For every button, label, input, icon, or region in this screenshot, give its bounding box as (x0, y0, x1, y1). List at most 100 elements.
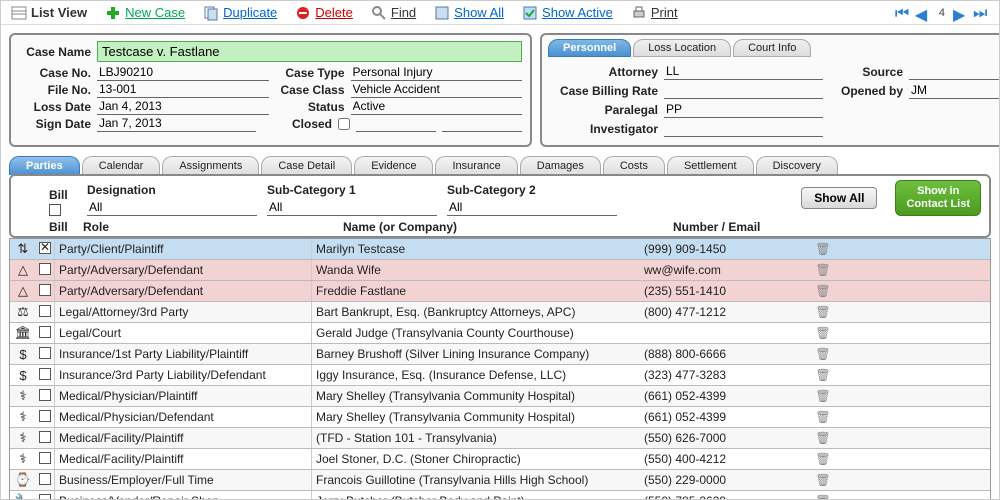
closed-date-input[interactable] (356, 115, 436, 132)
trash-icon[interactable]: 🗑 (812, 263, 834, 277)
sign-date-input[interactable] (97, 115, 256, 132)
tab-personnel[interactable]: Personnel (548, 39, 631, 57)
table-row[interactable]: ⚕Medical/Physician/DefendantMary Shelley… (10, 407, 990, 428)
tab-loss-location[interactable]: Loss Location (633, 39, 731, 57)
row-role: Legal/Court (54, 323, 312, 343)
opened-by-input[interactable] (909, 82, 1000, 99)
loss-date-label: Loss Date (19, 100, 91, 114)
table-row[interactable]: ⚕Medical/Facility/PlaintiffJoel Stoner, … (10, 449, 990, 470)
row-bill-checkbox[interactable] (36, 410, 54, 425)
tab-calendar[interactable]: Calendar (82, 156, 161, 175)
table-row[interactable]: ⚕Medical/Physician/PlaintiffMary Shelley… (10, 386, 990, 407)
row-contact: ww@wife.com (640, 263, 812, 277)
source-input[interactable] (909, 63, 1000, 80)
table-row[interactable]: △Party/Adversary/DefendantWanda Wifeww@w… (10, 260, 990, 281)
tab-discovery[interactable]: Discovery (756, 156, 838, 175)
table-row[interactable]: ⇅Party/Client/PlaintiffMarilyn Testcase(… (10, 239, 990, 260)
file-no-input[interactable] (97, 81, 269, 98)
tab-parties[interactable]: Parties (9, 156, 80, 175)
row-type-icon: $ (10, 347, 36, 362)
trash-icon[interactable]: 🗑 (812, 305, 834, 319)
row-type-icon: 🏛 (10, 325, 36, 341)
trash-icon[interactable]: 🗑 (812, 410, 834, 424)
trash-icon[interactable]: 🗑 (812, 284, 834, 298)
row-role: Party/Adversary/Defendant (54, 281, 312, 301)
row-bill-checkbox[interactable] (36, 347, 54, 362)
filter-designation-input[interactable] (87, 199, 257, 216)
trash-icon[interactable]: 🗑 (812, 242, 834, 256)
row-bill-checkbox[interactable] (36, 326, 54, 341)
list-view-button[interactable]: List View (11, 5, 87, 21)
table-row[interactable]: △Party/Adversary/DefendantFreddie Fastla… (10, 281, 990, 302)
row-bill-checkbox[interactable] (36, 284, 54, 299)
table-row[interactable]: $Insurance/3rd Party Liability/Defendant… (10, 365, 990, 386)
trash-icon[interactable]: 🗑 (812, 389, 834, 403)
closed-checkbox[interactable] (338, 118, 350, 130)
nav-last-icon[interactable]: ⏭ (973, 5, 989, 21)
tab-costs[interactable]: Costs (603, 156, 665, 175)
row-bill-checkbox[interactable] (36, 452, 54, 467)
table-row[interactable]: ⚖Legal/Attorney/3rd PartyBart Bankrupt, … (10, 302, 990, 323)
trash-icon[interactable]: 🗑 (812, 452, 834, 466)
table-row[interactable]: $Insurance/1st Party Liability/Plaintiff… (10, 344, 990, 365)
tab-insurance[interactable]: Insurance (435, 156, 517, 175)
duplicate-label: Duplicate (223, 5, 277, 20)
row-bill-checkbox[interactable] (36, 473, 54, 488)
row-role: Business/Vendor/Repair Shop (54, 491, 312, 500)
nav-first-icon[interactable]: ⏮ (895, 5, 911, 21)
tab-court-info[interactable]: Court Info (733, 39, 811, 57)
tab-case-detail[interactable]: Case Detail (261, 156, 352, 175)
attorney-input[interactable] (664, 63, 823, 80)
row-bill-checkbox[interactable] (36, 431, 54, 446)
tab-damages[interactable]: Damages (520, 156, 601, 175)
trash-icon[interactable]: 🗑 (812, 431, 834, 445)
row-name: Francois Guillotine (Transylvania Hills … (312, 473, 640, 487)
billing-rate-input[interactable] (664, 82, 823, 99)
row-type-icon: △ (10, 283, 36, 299)
loss-date-input[interactable] (97, 98, 269, 115)
table-row[interactable]: 🏛 Legal/CourtGerald Judge (Transylvania C… (10, 323, 990, 344)
filter-sub1-input[interactable] (267, 199, 437, 216)
show-in-contact-list-button[interactable]: Show inContact List (895, 180, 981, 216)
show-active-button[interactable]: Show Active (522, 5, 613, 21)
col-role: Role (83, 220, 343, 234)
find-button[interactable]: Find (371, 5, 416, 21)
table-row[interactable]: ⚕Medical/Facility/Plaintiff(TFD - Statio… (10, 428, 990, 449)
duplicate-button[interactable]: Duplicate (203, 5, 277, 21)
trash-icon[interactable]: 🗑 (812, 368, 834, 382)
filter-bill-checkbox[interactable] (49, 204, 61, 216)
row-name: Gerald Judge (Transylvania County Courth… (312, 326, 640, 340)
filter-sub2-label: Sub-Category 2 (447, 183, 617, 197)
case-no-input[interactable] (97, 64, 269, 81)
show-all-button[interactable]: Show All (434, 5, 504, 21)
case-name-input[interactable] (97, 41, 522, 62)
table-row[interactable]: 🔧Business/Vendor/Repair ShopJerry Butche… (10, 491, 990, 500)
filter-show-all-button[interactable]: Show All (801, 187, 877, 209)
print-button[interactable]: Print (631, 5, 678, 21)
filter-sub2-input[interactable] (447, 199, 617, 216)
investigator-input[interactable] (664, 120, 823, 137)
paralegal-input[interactable] (664, 101, 823, 118)
row-bill-checkbox[interactable] (36, 305, 54, 320)
table-row[interactable]: ⌚Business/Employer/Full TimeFrancois Gui… (10, 470, 990, 491)
trash-icon[interactable]: 🗑 (812, 494, 834, 500)
row-bill-checkbox[interactable] (36, 242, 54, 257)
new-case-button[interactable]: New Case (105, 5, 185, 21)
row-bill-checkbox[interactable] (36, 494, 54, 500)
tab-assignments[interactable]: Assignments (162, 156, 259, 175)
nav-next-icon[interactable]: ▶ (953, 5, 969, 21)
tab-evidence[interactable]: Evidence (354, 156, 433, 175)
delete-button[interactable]: Delete (295, 5, 353, 21)
trash-icon[interactable]: 🗑 (812, 347, 834, 361)
tab-settlement[interactable]: Settlement (667, 156, 754, 175)
case-type-input[interactable] (351, 64, 523, 81)
row-bill-checkbox[interactable] (36, 368, 54, 383)
nav-prev-icon[interactable]: ◀ (915, 5, 931, 21)
row-bill-checkbox[interactable] (36, 389, 54, 404)
closed-extra-input[interactable] (442, 115, 522, 132)
trash-icon[interactable]: 🗑 (812, 473, 834, 487)
status-input[interactable] (351, 98, 523, 115)
row-bill-checkbox[interactable] (36, 263, 54, 278)
case-class-input[interactable] (351, 81, 523, 98)
trash-icon[interactable]: 🗑 (812, 326, 834, 340)
